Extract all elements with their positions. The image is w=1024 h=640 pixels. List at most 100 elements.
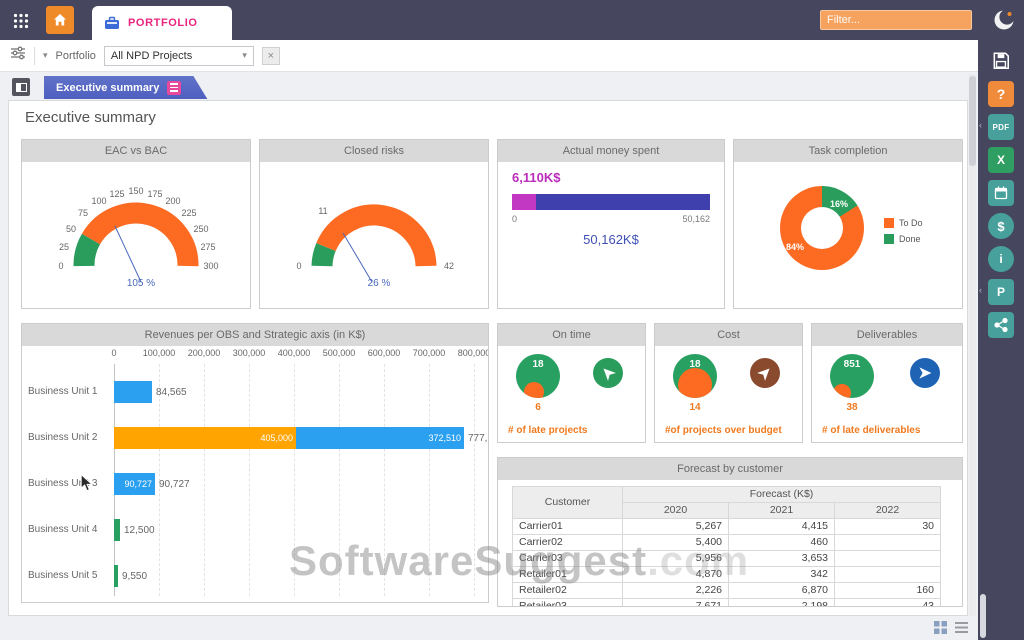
scrollbar-thumb[interactable] bbox=[969, 76, 976, 166]
deliverables-late-bubble bbox=[833, 384, 851, 398]
deliverables-total: 851 bbox=[830, 359, 874, 370]
bar-row: Business Unit 4 12,500 bbox=[22, 508, 488, 552]
card-on-time: On time 18 6 # of late projects bbox=[497, 323, 646, 443]
gauge-tick: 42 bbox=[444, 261, 454, 271]
gauge-tick: 11 bbox=[318, 206, 327, 216]
legend-item-done: Done bbox=[884, 234, 923, 244]
tab-executive-summary[interactable]: Executive summary bbox=[44, 76, 207, 99]
export-pdf-icon[interactable]: PDF bbox=[988, 114, 1014, 140]
bar-value-label: 777,510 bbox=[468, 433, 489, 444]
split-panel-icon bbox=[16, 83, 27, 92]
tab-menu-icon[interactable] bbox=[167, 81, 181, 95]
task-legend: To Do Done bbox=[884, 218, 923, 244]
tab-portfolio-label: PORTFOLIO bbox=[128, 17, 198, 29]
card-revenues: Revenues per OBS and Strategic axis (in … bbox=[21, 323, 489, 603]
mouse-cursor bbox=[80, 474, 94, 497]
bar-row-label: Business Unit 4 bbox=[28, 508, 112, 552]
project-glyph: P bbox=[997, 285, 1005, 299]
todo-swatch bbox=[884, 218, 894, 228]
risks-gauge-value: 26 % bbox=[349, 278, 409, 289]
card-eac-vs-bac: EAC vs BAC 0 25 50 75 100 125 150 175 20… bbox=[21, 139, 251, 309]
donut-ring bbox=[780, 186, 864, 270]
eac-gauge-value: 105 % bbox=[111, 278, 171, 289]
risks-gauge-needle bbox=[343, 233, 372, 282]
axis-tick: 400,000 bbox=[278, 348, 311, 358]
bar-row: Business Unit 2 405,000 372,510 777,510 bbox=[22, 416, 488, 460]
money-spent-value: 6,110K$ bbox=[512, 170, 560, 185]
risks-gauge-chart bbox=[269, 166, 479, 296]
dollar-glyph: $ bbox=[997, 219, 1004, 234]
bar-segment: 372,510 bbox=[296, 427, 464, 449]
cost-dollar-icon[interactable]: $ bbox=[988, 213, 1014, 239]
on-time-bubble: 18 bbox=[516, 354, 560, 398]
eac-gauge-needle bbox=[115, 226, 141, 282]
filter-input[interactable] bbox=[820, 10, 972, 30]
info-glyph: i bbox=[999, 252, 1002, 266]
gauge-tick: 150 bbox=[128, 186, 143, 196]
collapse-panel-button[interactable] bbox=[12, 78, 30, 96]
export-excel-icon[interactable]: X bbox=[988, 147, 1014, 173]
tab-portfolio[interactable]: PORTFOLIO bbox=[92, 6, 232, 40]
help-glyph: ? bbox=[997, 86, 1006, 102]
project-p3-icon[interactable]: P bbox=[988, 279, 1014, 305]
done-percent-label: 16% bbox=[830, 199, 848, 209]
forecast-year-header: 2020 bbox=[623, 503, 729, 519]
bar-segment bbox=[114, 519, 120, 541]
axis-tick: 300,000 bbox=[233, 348, 266, 358]
axis-tick: 100,000 bbox=[143, 348, 176, 358]
tab-executive-summary-label: Executive summary bbox=[56, 82, 159, 94]
vertical-scrollbar[interactable] bbox=[969, 74, 976, 616]
brand-logo bbox=[992, 8, 1016, 32]
gauge-tick: 275 bbox=[200, 242, 215, 252]
forecast-year-header: 2021 bbox=[729, 503, 835, 519]
expand-pdf-chevron-icon[interactable]: ‹ bbox=[979, 120, 982, 130]
card-eac-title: EAC vs BAC bbox=[22, 140, 250, 162]
filter-sliders-icon[interactable] bbox=[10, 45, 26, 66]
grid-view-icon[interactable] bbox=[934, 621, 947, 639]
money-axis: 0 50,162 bbox=[512, 214, 710, 224]
bar-value-label: 12,500 bbox=[124, 525, 155, 536]
deliverables-late-count: 38 bbox=[830, 402, 874, 413]
share-icon[interactable] bbox=[988, 312, 1014, 338]
home-icon bbox=[52, 12, 68, 28]
forecast-customer-header: Customer bbox=[513, 487, 623, 519]
todo-label: To Do bbox=[899, 218, 923, 228]
axis-tick: 500,000 bbox=[323, 348, 356, 358]
list-view-icon[interactable] bbox=[955, 621, 968, 639]
gauge-tick: 50 bbox=[66, 224, 76, 234]
card-cost: Cost 18 14 #of projects over budget bbox=[654, 323, 803, 443]
home-button[interactable] bbox=[46, 6, 74, 34]
gauge-tick: 100 bbox=[91, 196, 106, 206]
portfolio-caret-icon[interactable]: ▾ bbox=[43, 50, 48, 61]
portfolio-select-value: All NPD Projects bbox=[111, 50, 192, 62]
card-closed-risks: Closed risks 0 11 42 26 % bbox=[259, 139, 489, 309]
card-cost-title: Cost bbox=[655, 324, 802, 346]
clear-filter-button[interactable]: × bbox=[262, 47, 280, 65]
portfolio-select[interactable]: All NPD Projects ▾ bbox=[104, 46, 254, 66]
apps-grid-icon[interactable] bbox=[8, 8, 34, 34]
card-forecast-title: Forecast by customer bbox=[498, 458, 962, 480]
calendar-icon[interactable] bbox=[988, 180, 1014, 206]
cost-trend-icon bbox=[750, 358, 780, 388]
bar-segment: 90,727 bbox=[114, 473, 155, 495]
page-title: Executive summary bbox=[25, 109, 156, 126]
bar-row: Business Unit 1 84,565 bbox=[22, 370, 488, 414]
info-icon[interactable]: i bbox=[988, 246, 1014, 272]
card-money-title: Actual money spent bbox=[498, 140, 724, 162]
save-icon[interactable] bbox=[988, 48, 1014, 74]
table-row: Carrier01 5,267 4,415 30 bbox=[513, 519, 941, 535]
app-root: { "topbar": { "tab_label": "PORTFOLIO", … bbox=[0, 0, 1024, 640]
help-icon[interactable]: ? bbox=[988, 81, 1014, 107]
bar-row-label: Business Unit 3 bbox=[28, 462, 112, 506]
expand-project-chevron-icon[interactable]: ‹ bbox=[979, 285, 982, 295]
legend-item-todo: To Do bbox=[884, 218, 923, 228]
sidebar-scroll-thumb[interactable] bbox=[980, 594, 986, 638]
table-row: Retailer02 2,226 6,870 160 bbox=[513, 583, 941, 599]
on-time-trend-icon bbox=[593, 358, 623, 388]
task-donut-chart: 16% 84% bbox=[780, 186, 864, 270]
money-axis-max: 50,162 bbox=[682, 214, 710, 224]
gauge-tick: 0 bbox=[296, 261, 301, 271]
select-caret-icon: ▾ bbox=[242, 50, 247, 61]
cost-over-bubble bbox=[678, 368, 712, 398]
right-sidebar: ? PDF X $ i P bbox=[978, 40, 1024, 640]
